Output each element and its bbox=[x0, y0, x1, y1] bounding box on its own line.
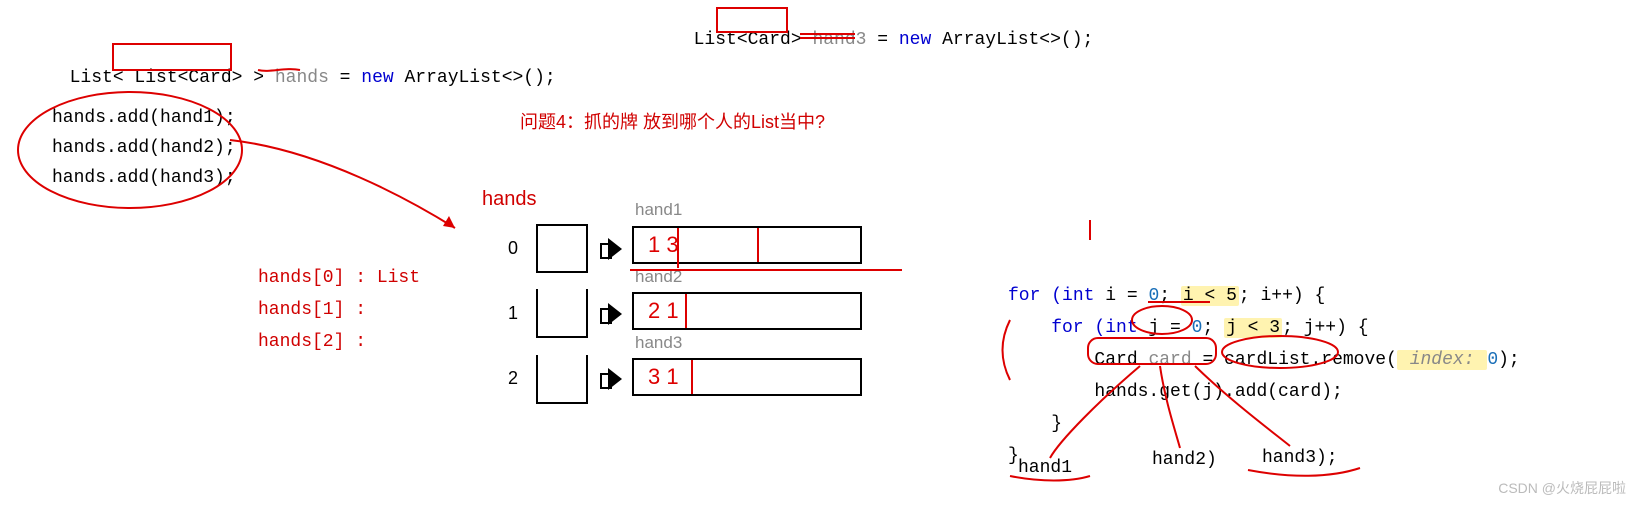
kw-for2: for ( bbox=[1008, 318, 1105, 338]
bottom-hand2: hand2) bbox=[1152, 450, 1217, 470]
diagram-title: hands bbox=[482, 188, 537, 211]
eq: = bbox=[866, 30, 898, 50]
var-hand3: hand3 bbox=[812, 30, 866, 50]
hand2-content: 2 1 bbox=[648, 298, 679, 324]
hand3-content: 3 1 bbox=[648, 364, 679, 390]
num0b: 0 bbox=[1192, 318, 1203, 338]
post1: ; i++) { bbox=[1239, 286, 1325, 306]
arrow-icon-1 bbox=[600, 303, 622, 325]
remove: = cardList.remove( bbox=[1192, 350, 1397, 370]
arrow-icon-2 bbox=[600, 368, 622, 390]
line4: hands.get(j).add(card); bbox=[1008, 382, 1343, 402]
line3: Card card = cardList.remove( index: 0); bbox=[1008, 350, 1520, 370]
array-slot-1 bbox=[536, 289, 588, 338]
var-hands: hands bbox=[275, 68, 329, 88]
watermark: CSDN @火烧屁屁啦 bbox=[1498, 478, 1626, 498]
hand1-content: 1 3 bbox=[648, 232, 679, 258]
hands-add-2: hands.add(hand2); bbox=[52, 138, 236, 158]
kw-int2: int bbox=[1105, 318, 1137, 338]
idx-0: 0 bbox=[508, 238, 518, 259]
array-slot-0 bbox=[536, 224, 588, 273]
label-hands2: hands[2] : bbox=[258, 332, 366, 352]
label-hands1: hands[1] : bbox=[258, 300, 366, 320]
close-generic: > bbox=[242, 68, 274, 88]
decl-hands: List< List<Card> > hands = new ArrayList… bbox=[48, 48, 556, 88]
type-list: List bbox=[694, 30, 737, 50]
kw-for1: for ( bbox=[1008, 286, 1062, 306]
array-slot-2 bbox=[536, 355, 588, 404]
card-var: card bbox=[1148, 350, 1191, 370]
kw-new: new bbox=[899, 30, 931, 50]
arg0: 0 bbox=[1487, 350, 1498, 370]
idx-1: 1 bbox=[508, 303, 518, 324]
line2: for (int j = 0; j < 3; j++) { bbox=[1008, 318, 1369, 338]
hands-add-1: hands.add(hand1); bbox=[52, 108, 236, 128]
hand2-label: hand2 bbox=[635, 267, 682, 287]
ctor: ArrayList<>(); bbox=[931, 30, 1093, 50]
label-hands0: hands[0] : List bbox=[258, 268, 420, 288]
cond-j: j < 3 bbox=[1224, 318, 1282, 338]
semi: ; bbox=[1159, 286, 1181, 306]
outer-list: List< bbox=[70, 68, 135, 88]
card-decl: Card bbox=[1008, 350, 1148, 370]
inner-generic: List<Card> bbox=[134, 68, 242, 88]
semi2: ; bbox=[1202, 318, 1224, 338]
idx-2: 2 bbox=[508, 368, 518, 389]
hands-add-3: hands.add(hand3); bbox=[52, 168, 236, 188]
close1: ); bbox=[1498, 350, 1520, 370]
kw-new2: new bbox=[361, 68, 393, 88]
line1: for (int i = 0; i < 5; i++) { bbox=[1008, 286, 1325, 306]
hand3-label: hand3 bbox=[635, 333, 682, 353]
decl-hand3: List<Card> hand3 = new ArrayList<>(); bbox=[672, 10, 1093, 50]
for-loop-code: for (int i = 0; i < 5; i++) { for (int j… bbox=[1008, 248, 1520, 472]
bottom-hand3: hand3); bbox=[1262, 448, 1338, 468]
kw-int1: int bbox=[1062, 286, 1094, 306]
bottom-hand1: hand1 bbox=[1018, 458, 1072, 478]
cond-i: i < 5 bbox=[1181, 286, 1239, 306]
txt: i = bbox=[1094, 286, 1148, 306]
generic-card: <Card> bbox=[737, 30, 802, 50]
hint-index: index: bbox=[1397, 350, 1487, 370]
eq2: = bbox=[329, 68, 361, 88]
txt2: j = bbox=[1138, 318, 1192, 338]
line5: } bbox=[1008, 414, 1062, 434]
post2: ; j++) { bbox=[1282, 318, 1368, 338]
ctor2: ArrayList<>(); bbox=[394, 68, 556, 88]
question-label: 问题4：抓的牌 放到哪个人的List当中? bbox=[520, 108, 825, 134]
hand1-label: hand1 bbox=[635, 200, 682, 220]
num0a: 0 bbox=[1148, 286, 1159, 306]
arrow-icon-0 bbox=[600, 238, 622, 260]
